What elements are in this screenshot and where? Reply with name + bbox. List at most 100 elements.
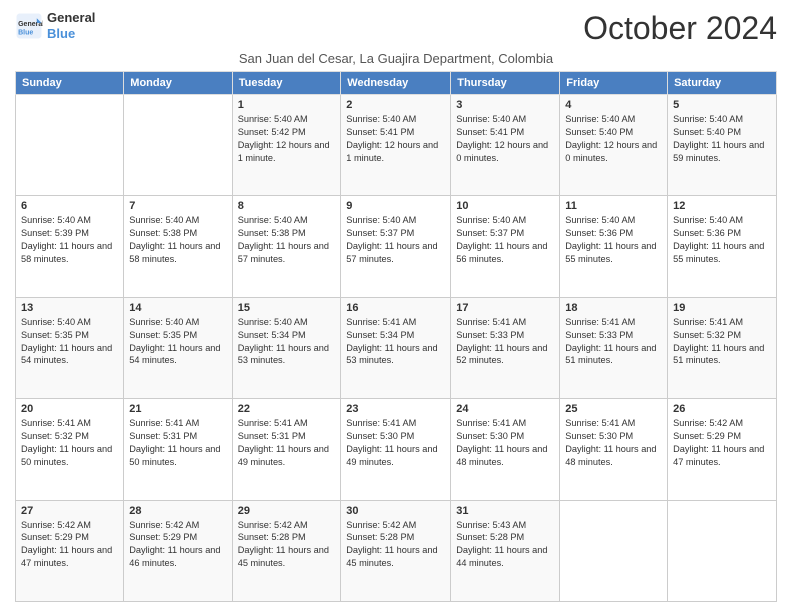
daylight-text: Daylight: 11 hours and 54 minutes. xyxy=(21,343,112,366)
daylight-text: Daylight: 11 hours and 57 minutes. xyxy=(238,241,329,264)
svg-text:Blue: Blue xyxy=(18,29,33,36)
sunrise-text: Sunrise: 5:40 AM xyxy=(673,215,743,225)
daylight-text: Daylight: 11 hours and 45 minutes. xyxy=(238,545,329,568)
sunrise-text: Sunrise: 5:43 AM xyxy=(456,520,526,530)
week-row-4: 20 Sunrise: 5:41 AM Sunset: 5:32 PM Dayligh… xyxy=(16,399,777,500)
sunset-text: Sunset: 5:38 PM xyxy=(238,228,306,238)
sunrise-text: Sunrise: 5:42 AM xyxy=(21,520,91,530)
daylight-text: Daylight: 11 hours and 55 minutes. xyxy=(565,241,656,264)
sunset-text: Sunset: 5:37 PM xyxy=(456,228,524,238)
calendar-cell: 14Sunrise: 5:40 AMSunset: 5:35 PMDayligh… xyxy=(124,297,232,398)
cell-content: Sunrise: 5:41 AMSunset: 5:32 PMDaylight:… xyxy=(673,316,771,368)
sunrise-text: Sunrise: 5:42 AM xyxy=(129,520,199,530)
sunset-text: Sunset: 5:31 PM xyxy=(129,431,197,441)
day-number: 17 xyxy=(456,302,554,314)
sunrise-text: Sunrise: 5:42 AM xyxy=(346,520,416,530)
calendar-cell: 20Sunrise: 5:41 AMSunset: 5:32 PMDayligh… xyxy=(16,399,124,500)
day-number: 15 xyxy=(238,302,336,314)
sunrise-text: Sunrise: 5:40 AM xyxy=(238,114,308,124)
cell-content: Sunrise: 5:40 AMSunset: 5:38 PMDaylight:… xyxy=(238,214,336,266)
daylight-text: Daylight: 12 hours and 0 minutes. xyxy=(456,140,548,163)
cell-content: Sunrise: 5:40 AMSunset: 5:35 PMDaylight:… xyxy=(21,316,118,368)
sunrise-text: Sunrise: 5:40 AM xyxy=(21,215,91,225)
daylight-text: Daylight: 11 hours and 51 minutes. xyxy=(565,343,656,366)
day-number: 2 xyxy=(346,99,445,111)
cell-content: Sunrise: 5:41 AMSunset: 5:31 PMDaylight:… xyxy=(238,417,336,469)
sunrise-text: Sunrise: 5:40 AM xyxy=(346,215,416,225)
sunset-text: Sunset: 5:38 PM xyxy=(129,228,197,238)
daylight-text: Daylight: 11 hours and 50 minutes. xyxy=(129,444,220,467)
cell-content: Sunrise: 5:40 AMSunset: 5:36 PMDaylight:… xyxy=(673,214,771,266)
calendar-cell xyxy=(124,95,232,196)
calendar-cell: 29Sunrise: 5:42 AMSunset: 5:28 PMDayligh… xyxy=(232,500,341,601)
sunset-text: Sunset: 5:31 PM xyxy=(238,431,306,441)
sunrise-text: Sunrise: 5:41 AM xyxy=(565,418,635,428)
calendar-cell: 25Sunrise: 5:41 AMSunset: 5:30 PMDayligh… xyxy=(560,399,668,500)
header: General Blue General Blue October 2024 xyxy=(15,10,777,47)
calendar-cell: 10Sunrise: 5:40 AMSunset: 5:37 PMDayligh… xyxy=(451,196,560,297)
sunrise-text: Sunrise: 5:41 AM xyxy=(21,418,91,428)
day-number: 3 xyxy=(456,99,554,111)
day-number: 20 xyxy=(21,403,118,415)
daylight-text: Daylight: 11 hours and 48 minutes. xyxy=(456,444,547,467)
sunrise-text: Sunrise: 5:40 AM xyxy=(456,215,526,225)
calendar-table: Sunday Monday Tuesday Wednesday Thursday… xyxy=(15,71,777,602)
calendar-cell: 27Sunrise: 5:42 AMSunset: 5:29 PMDayligh… xyxy=(16,500,124,601)
day-number: 12 xyxy=(673,200,771,212)
daylight-text: Daylight: 11 hours and 49 minutes. xyxy=(346,444,437,467)
week-row-2: 6Sunrise: 5:40 AMSunset: 5:39 PMDaylight… xyxy=(16,196,777,297)
sunset-text: Sunset: 5:42 PM xyxy=(238,127,306,137)
daylight-text: Daylight: 11 hours and 53 minutes. xyxy=(238,343,329,366)
calendar-cell: 5Sunrise: 5:40 AMSunset: 5:40 PMDaylight… xyxy=(668,95,777,196)
sunset-text: Sunset: 5:28 PM xyxy=(346,532,414,542)
cell-content: Sunrise: 5:40 AMSunset: 5:41 PMDaylight:… xyxy=(456,113,554,165)
cell-content: Sunrise: 5:42 AMSunset: 5:28 PMDaylight:… xyxy=(346,519,445,571)
calendar-cell: 28Sunrise: 5:42 AMSunset: 5:29 PMDayligh… xyxy=(124,500,232,601)
sunrise-text: Sunrise: 5:41 AM xyxy=(565,317,635,327)
logo: General Blue General Blue xyxy=(15,10,95,41)
week-row-5: 27Sunrise: 5:42 AMSunset: 5:29 PMDayligh… xyxy=(16,500,777,601)
daylight-text: Daylight: 11 hours and 44 minutes. xyxy=(456,545,547,568)
sunrise-text: Sunrise: 5:42 AM xyxy=(238,520,308,530)
sunset-text: Sunset: 5:37 PM xyxy=(346,228,414,238)
daylight-text: Daylight: 11 hours and 56 minutes. xyxy=(456,241,547,264)
sunrise-text: Sunrise: 5:40 AM xyxy=(346,114,416,124)
calendar-cell: 3 Sunrise: 5:40 AMSunset: 5:41 PMDaylight… xyxy=(451,95,560,196)
logo-general: General xyxy=(47,10,95,26)
sunrise-text: Sunrise: 5:40 AM xyxy=(565,215,635,225)
month-title: October 2024 xyxy=(583,10,777,47)
page: General Blue General Blue October 2024 S… xyxy=(0,0,792,612)
sunset-text: Sunset: 5:36 PM xyxy=(673,228,741,238)
daylight-text: Daylight: 11 hours and 49 minutes. xyxy=(238,444,329,467)
sunrise-text: Sunrise: 5:41 AM xyxy=(129,418,199,428)
sunset-text: Sunset: 5:33 PM xyxy=(456,330,524,340)
calendar-cell: 17Sunrise: 5:41 AMSunset: 5:33 PMDayligh… xyxy=(451,297,560,398)
cell-content: Sunrise: 5:40 AMSunset: 5:39 PMDaylight:… xyxy=(21,214,118,266)
day-number: 29 xyxy=(238,505,336,517)
col-tuesday: Tuesday xyxy=(232,72,341,95)
sunset-text: Sunset: 5:30 PM xyxy=(346,431,414,441)
logo-icon: General Blue xyxy=(15,12,43,40)
day-number: 22 xyxy=(238,403,336,415)
cell-content: Sunrise: 5:41 AM Sunset: 5:31 PM Daylight:… xyxy=(129,417,226,469)
daylight-text: Daylight: 12 hours and 1 minute. xyxy=(346,140,438,163)
sunset-text: Sunset: 5:32 PM xyxy=(21,431,89,441)
calendar-cell xyxy=(668,500,777,601)
col-thursday: Thursday xyxy=(451,72,560,95)
cell-content: Sunrise: 5:41 AMSunset: 5:30 PMDaylight:… xyxy=(565,417,662,469)
week-row-1: 1Sunrise: 5:40 AMSunset: 5:42 PMDaylight… xyxy=(16,95,777,196)
sunset-text: Sunset: 5:36 PM xyxy=(565,228,633,238)
day-number: 4 xyxy=(565,99,662,111)
cell-content: Sunrise: 5:42 AMSunset: 5:29 PMDaylight:… xyxy=(673,417,771,469)
sunset-text: Sunset: 5:30 PM xyxy=(456,431,524,441)
sunrise-text: Sunrise: 5:40 AM xyxy=(673,114,743,124)
calendar-cell: 8Sunrise: 5:40 AMSunset: 5:38 PMDaylight… xyxy=(232,196,341,297)
daylight-text: Daylight: 11 hours and 47 minutes. xyxy=(673,444,764,467)
cell-content: Sunrise: 5:41 AMSunset: 5:34 PMDaylight:… xyxy=(346,316,445,368)
sunset-text: Sunset: 5:29 PM xyxy=(129,532,197,542)
cell-content: Sunrise: 5:42 AMSunset: 5:29 PMDaylight:… xyxy=(21,519,118,571)
cell-content: Sunrise: 5:40 AMSunset: 5:40 PMDaylight:… xyxy=(673,113,771,165)
daylight-text: Daylight: 11 hours and 46 minutes. xyxy=(129,545,220,568)
day-number: 7 xyxy=(129,200,226,212)
sunrise-text: Sunrise: 5:41 AM xyxy=(673,317,743,327)
